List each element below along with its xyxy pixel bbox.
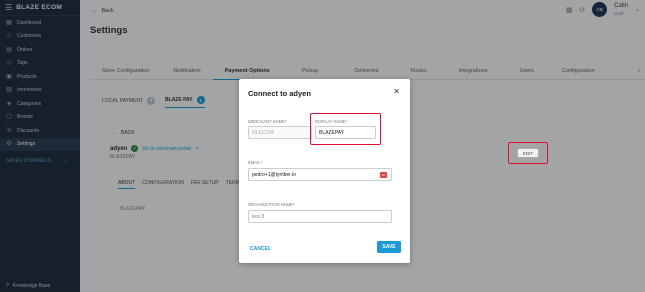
close-icon[interactable]: ✕ (393, 87, 400, 96)
save-button[interactable]: SAVE (377, 241, 401, 253)
edit-button[interactable]: EDIT (517, 148, 539, 158)
connect-modal: Connect to adyen ✕ MERCHANT NAME* GLECOM… (239, 79, 410, 263)
display-name-field[interactable]: BLAZEPAY (315, 126, 376, 139)
organization-name-field[interactable]: test 8 (248, 210, 392, 223)
modal-title: Connect to adyen (248, 89, 311, 98)
organization-name-label: ORGANIZATION NAME* (248, 202, 295, 207)
email-value: pedro+1@tymber.io (252, 171, 296, 178)
password-manager-icon[interactable]: ••• (380, 172, 387, 178)
email-label: EMAIL* (248, 160, 263, 165)
email-field[interactable]: pedro+1@tymber.io ••• (248, 168, 392, 181)
edit-highlight: EDIT (508, 142, 548, 164)
cancel-button[interactable]: CANCEL (250, 246, 271, 252)
merchant-name-label: MERCHANT NAME* (248, 119, 287, 124)
merchant-name-field[interactable]: GLECOM (248, 126, 312, 139)
display-name-label: DISPLAY NAME* (315, 119, 348, 124)
